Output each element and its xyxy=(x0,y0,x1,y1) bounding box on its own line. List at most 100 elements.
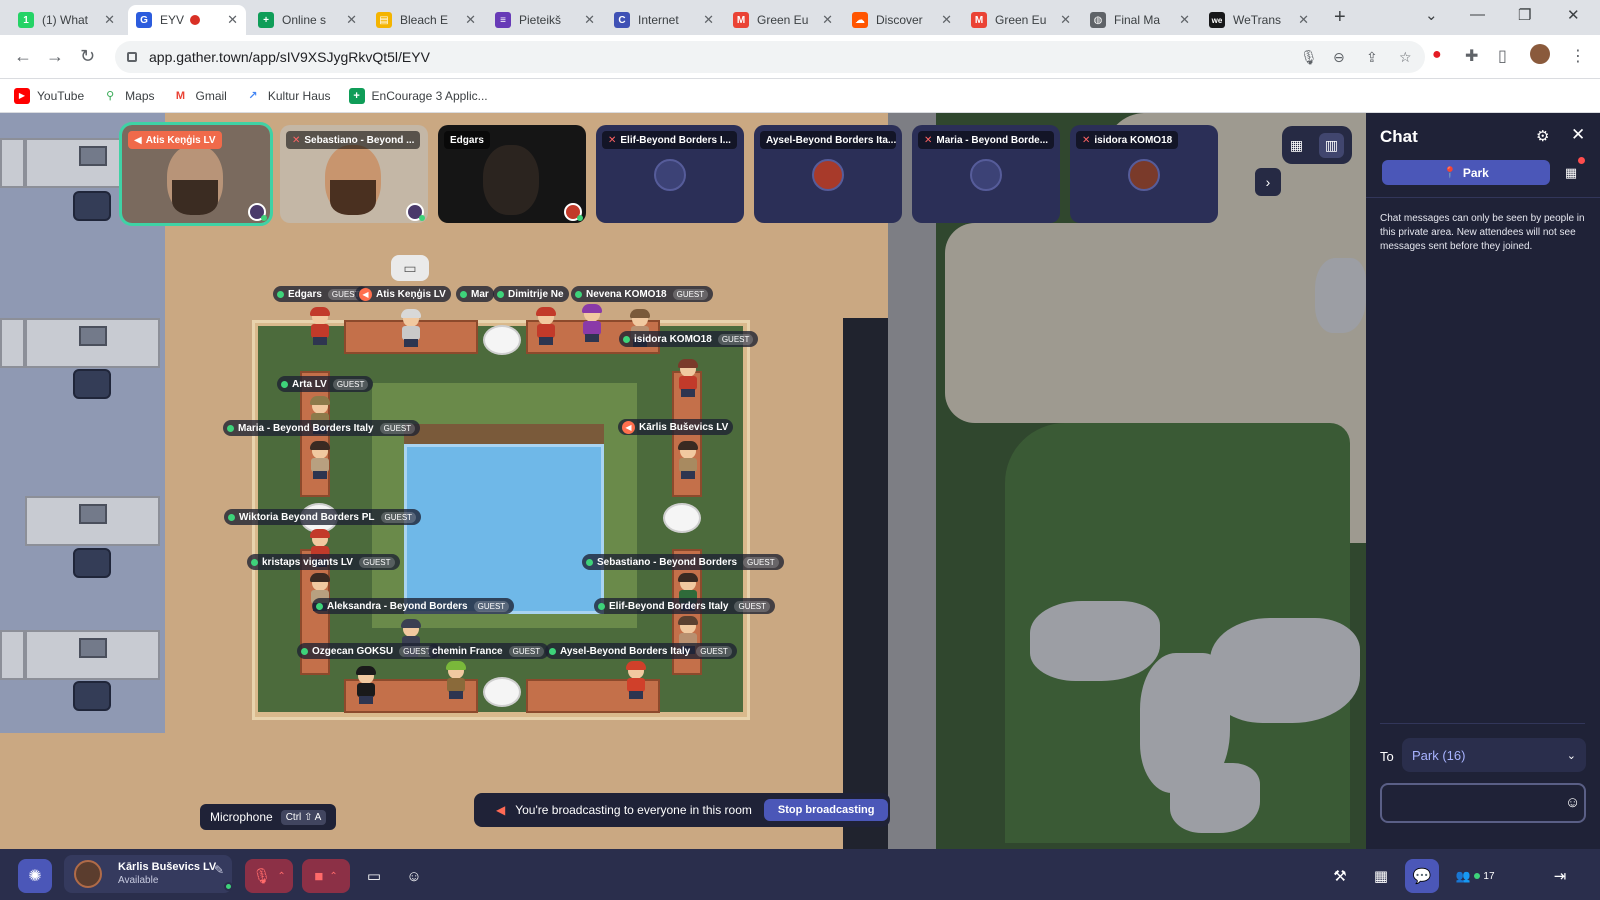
chevron-up-icon[interactable]: ⌃ xyxy=(329,871,337,882)
nametag[interactable]: Aysel-Beyond Borders Italy GUEST xyxy=(545,643,737,659)
bookmark-star-icon[interactable]: ☆ xyxy=(1399,49,1412,66)
tab-whatsapp[interactable]: 1 (1) What ✕ xyxy=(10,5,123,35)
back-button[interactable]: ← xyxy=(14,46,32,67)
stop-broadcasting-button[interactable]: Stop broadcasting xyxy=(763,799,889,821)
gear-icon[interactable]: ⚙ xyxy=(1536,127,1549,145)
tab-online[interactable]: + Online s ✕ xyxy=(250,5,365,35)
close-icon[interactable]: ✕ xyxy=(1060,12,1071,28)
tab-pieteiks[interactable]: ≡ Pieteikš ✕ xyxy=(487,5,603,35)
avatar[interactable] xyxy=(308,307,332,345)
avatar[interactable] xyxy=(676,359,700,397)
calendar-button[interactable]: ▦ xyxy=(1364,859,1398,893)
maximize-button[interactable]: ❐ xyxy=(1518,6,1531,24)
chat-message-input[interactable] xyxy=(1380,783,1586,823)
nametag[interactable]: Nevena KOMO18 GUEST xyxy=(571,286,714,302)
nametag[interactable]: Mar xyxy=(456,286,494,302)
close-icon[interactable]: ✕ xyxy=(227,12,238,28)
microphone-icon[interactable]: 🎙 xyxy=(1300,49,1318,66)
extensions-icon[interactable]: ✚ xyxy=(1465,46,1478,66)
browser-menu-icon[interactable]: ⋮ xyxy=(1570,46,1586,66)
avatar[interactable] xyxy=(580,304,604,342)
build-tool-button[interactable]: ⚒ xyxy=(1323,859,1357,893)
avatar[interactable] xyxy=(444,661,468,699)
nametag[interactable]: chemin France GUEST xyxy=(428,643,550,659)
close-icon[interactable]: ✕ xyxy=(465,12,476,28)
nametag[interactable]: Maria - Beyond Borders Italy GUEST xyxy=(223,420,421,436)
nametag[interactable]: kristaps vigants LV GUEST xyxy=(247,554,400,570)
forward-button[interactable]: → xyxy=(46,46,64,67)
nametag[interactable]: isidora KOMO18 GUEST xyxy=(619,331,759,347)
nametag[interactable]: Sebastiano - Beyond Borders GUEST xyxy=(582,554,784,570)
gather-logo-icon[interactable]: ✺ xyxy=(18,859,52,893)
avatar[interactable] xyxy=(676,441,700,479)
reload-button[interactable]: ↻ xyxy=(80,46,95,67)
bookmark-maps[interactable]: ⚲ Maps xyxy=(102,88,154,104)
close-icon[interactable]: ✕ xyxy=(703,12,714,28)
url-text[interactable]: app.gather.town/app/sIV9XSJygRkvQt5l/EYV xyxy=(149,49,430,65)
tab-green-eu-1[interactable]: M Green Eu ✕ xyxy=(725,5,841,35)
close-icon[interactable]: ✕ xyxy=(941,12,952,28)
emote-button[interactable]: ☺ xyxy=(397,859,431,893)
chat-button[interactable]: 💬 xyxy=(1405,859,1439,893)
tab-green-eu-2[interactable]: M Green Eu ✕ xyxy=(963,5,1079,35)
window-close-button[interactable]: ✕ xyxy=(1567,6,1580,24)
video-tile[interactable]: ✕ Sebastiano - Beyond ... xyxy=(280,125,428,223)
bookmark-encourage[interactable]: + EnCourage 3 Applic... xyxy=(348,87,488,104)
bookmark-gmail[interactable]: M Gmail xyxy=(173,88,227,104)
tab-wetransfer[interactable]: we WeTrans ✕ xyxy=(1201,5,1317,35)
edit-icon[interactable]: ✎ xyxy=(214,863,224,877)
video-next-button[interactable]: › xyxy=(1255,168,1281,196)
minimize-button[interactable]: — xyxy=(1470,6,1485,23)
game-map[interactable]: Edgars GUEST ◀ Atis Keņģis LV Mar Dimitrij… xyxy=(0,113,1366,849)
tab-internet[interactable]: C Internet ✕ xyxy=(606,5,722,35)
tab-search-icon[interactable]: ⌄ xyxy=(1425,6,1438,24)
nametag[interactable]: Ozgecan GOKSU GUEST xyxy=(297,643,440,659)
participants-button[interactable]: 👥 17 xyxy=(1450,859,1500,893)
avatar[interactable] xyxy=(308,441,332,479)
bookmark-youtube[interactable]: ▶ YouTube xyxy=(14,87,84,104)
avatar[interactable] xyxy=(624,661,648,699)
grid-view-icon[interactable]: ▦ xyxy=(1290,137,1303,154)
nametag[interactable]: Dimitrije Ne xyxy=(493,286,569,302)
tab-bleach[interactable]: ▤ Bleach E ✕ xyxy=(368,5,484,35)
video-tile[interactable]: ✕ Maria - Beyond Borde... xyxy=(912,125,1060,223)
side-panel-icon[interactable]: ▯ xyxy=(1498,46,1507,66)
view-toggle[interactable]: ▦ ▥ xyxy=(1282,126,1352,164)
chat-tab-park[interactable]: 📍 Park xyxy=(1382,160,1550,185)
chevron-up-icon[interactable]: ⌃ xyxy=(277,871,285,882)
close-icon[interactable]: ✕ xyxy=(1179,12,1190,28)
avatar[interactable] xyxy=(399,309,423,347)
avatar[interactable] xyxy=(534,307,558,345)
user-status-card[interactable]: Kārlis Buševics LV Available ✎ xyxy=(64,855,233,893)
map-view-icon[interactable]: ▥ xyxy=(1318,132,1345,158)
nametag[interactable]: Wiktoria Beyond Borders PL GUEST xyxy=(224,509,422,525)
nametag[interactable]: ◀ Kārlis Buševics LV xyxy=(618,419,734,435)
video-tile[interactable]: ✕ isidora KOMO18 xyxy=(1070,125,1218,223)
screen-share-button[interactable]: ▭ xyxy=(357,859,391,893)
tab-final-ma[interactable]: ◍ Final Ma ✕ xyxy=(1082,5,1198,35)
recipient-select[interactable]: Park (16) ⌄ xyxy=(1402,738,1586,772)
close-icon[interactable]: ✕ xyxy=(1571,125,1585,145)
nametag[interactable]: Aleksandra - Beyond Borders GUEST xyxy=(312,598,515,614)
opera-extension-icon[interactable]: ● xyxy=(1432,46,1442,64)
close-icon[interactable]: ✕ xyxy=(584,12,595,28)
close-icon[interactable]: ✕ xyxy=(1298,12,1309,28)
camera-toggle-button[interactable]: ■ ⌃ xyxy=(302,859,350,893)
chat-bubble-icon[interactable]: ▭ xyxy=(391,255,429,281)
emoji-icon[interactable]: ☺ xyxy=(1565,794,1580,811)
profile-avatar[interactable] xyxy=(1530,44,1550,64)
bookmark-kultur-haus[interactable]: ↗ Kultur Haus xyxy=(245,88,330,104)
video-tile[interactable]: Edgars xyxy=(438,125,586,223)
video-tile[interactable]: ◀ Atis Keņģis LV xyxy=(119,122,273,226)
nametag[interactable]: Elif-Beyond Borders Italy GUEST xyxy=(594,598,776,614)
tab-discover[interactable]: ☁ Discover ✕ xyxy=(844,5,960,35)
omnibox[interactable]: app.gather.town/app/sIV9XSJygRkvQt5l/EYV… xyxy=(115,41,1425,73)
close-icon[interactable]: ✕ xyxy=(822,12,833,28)
close-icon[interactable]: ✕ xyxy=(104,12,115,28)
tab-eyv[interactable]: G EYV ✕ xyxy=(128,5,246,35)
nametag[interactable]: ◀ Atis Keņģis LV xyxy=(355,286,451,302)
close-icon[interactable]: ✕ xyxy=(346,12,357,28)
share-icon[interactable]: ⇪ xyxy=(1366,49,1378,66)
building-icon[interactable]: ▦ xyxy=(1559,161,1583,185)
microphone-toggle-button[interactable]: 🎙 ⌃ xyxy=(245,859,293,893)
